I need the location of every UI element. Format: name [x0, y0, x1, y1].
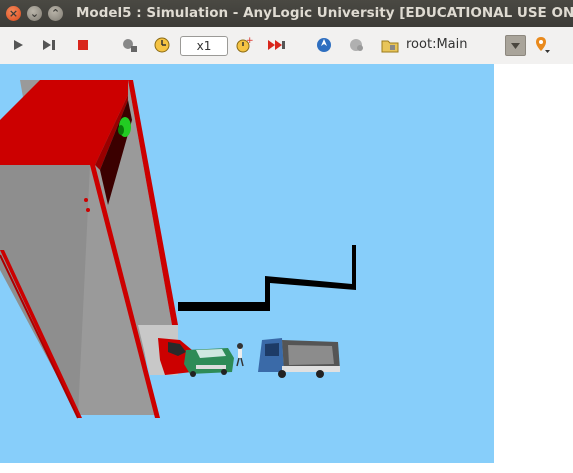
root-label: root:Main — [406, 37, 468, 52]
fast-forward-icon[interactable] — [266, 35, 288, 55]
speed-field[interactable]: x1 — [180, 36, 228, 56]
maximize-icon[interactable]: ⌃ — [48, 6, 63, 21]
close-icon[interactable]: × — [6, 6, 21, 21]
title-bar: × ⌄ ⌃ Model5 : Simulation - AnyLogic Uni… — [0, 0, 573, 27]
clock-icon[interactable] — [152, 35, 172, 55]
building-front — [0, 165, 90, 415]
toolbar: x1 + root:Main — [0, 27, 573, 65]
minimize-icon[interactable]: ⌄ — [27, 6, 42, 21]
side-panel — [494, 64, 573, 473]
stop-icon[interactable] — [74, 35, 92, 55]
path-line — [178, 245, 356, 311]
navigate-icon[interactable] — [314, 35, 334, 55]
svg-text:+: + — [246, 36, 253, 46]
agent-icon[interactable] — [346, 35, 366, 55]
run-icon[interactable] — [10, 35, 26, 55]
pause-mode-icon[interactable] — [120, 35, 140, 55]
folder-icon[interactable] — [380, 35, 400, 55]
scene-3d — [0, 80, 356, 419]
step-icon[interactable] — [40, 35, 58, 55]
simulation-viewport[interactable] — [0, 64, 494, 463]
bottom-margin — [0, 463, 494, 473]
location-icon[interactable] — [532, 35, 552, 55]
dropdown-icon[interactable] — [505, 35, 526, 56]
person — [238, 348, 242, 358]
speed-up-icon[interactable]: + — [234, 35, 254, 55]
window-title: Model5 : Simulation - AnyLogic Universit… — [76, 5, 573, 21]
